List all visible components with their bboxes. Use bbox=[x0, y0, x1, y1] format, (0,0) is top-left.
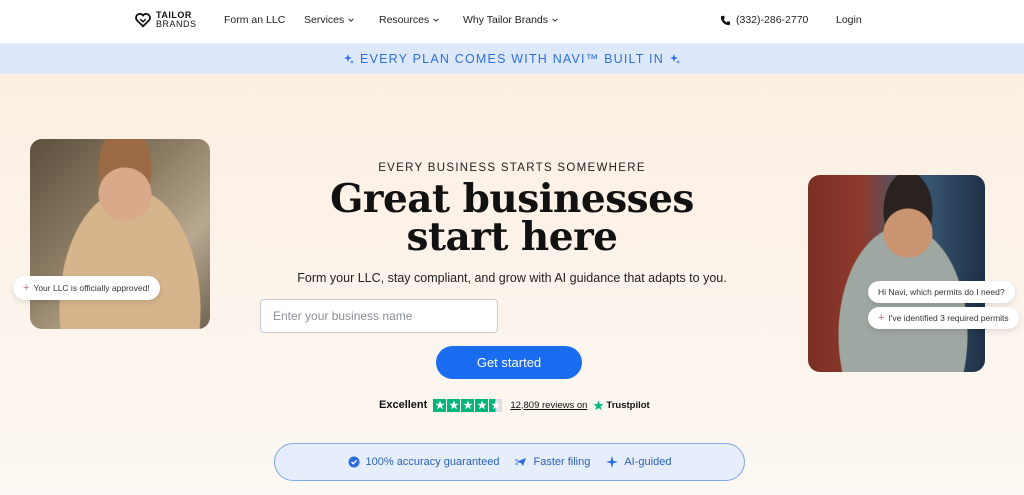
rating-label: Excellent bbox=[379, 399, 428, 411]
navi-answer-bubble: + I've identified 3 required permits bbox=[868, 307, 1019, 329]
star-icon bbox=[447, 398, 461, 412]
nav-resources[interactable]: Resources bbox=[379, 14, 440, 26]
phone-number: (332)-286-2770 bbox=[736, 14, 809, 26]
get-started-button[interactable]: Get started bbox=[436, 346, 582, 379]
sparkle-icon bbox=[669, 54, 680, 64]
business-name-input[interactable] bbox=[260, 299, 498, 333]
chevron-down-icon bbox=[433, 18, 439, 22]
chevron-down-icon bbox=[348, 18, 355, 22]
phone-link[interactable]: (332)-286-2770 bbox=[720, 14, 808, 26]
feature-faster-filing-label: Faster filing bbox=[533, 456, 591, 468]
sparkle-icon bbox=[344, 54, 355, 64]
nav-services-label: Services bbox=[304, 14, 345, 26]
feature-accuracy: 100% accuracy guaranteed bbox=[348, 456, 500, 468]
fast-plane-icon bbox=[515, 458, 527, 466]
hero-eyebrow: EVERY BUSINESS STARTS SOMEWHERE bbox=[378, 162, 646, 174]
headline-line-2: start here bbox=[406, 214, 618, 260]
login-link[interactable]: Login bbox=[836, 14, 862, 26]
reviews-count-link[interactable]: 12,809 reviews on bbox=[510, 400, 587, 411]
nav-form-llc-label: Form an LLC bbox=[224, 14, 286, 26]
heart-logo-icon bbox=[135, 13, 151, 28]
trustpilot-star-icon bbox=[593, 400, 604, 410]
top-navigation: TAILOR BRANDS Form an LLC Services Resou… bbox=[0, 0, 1024, 44]
banner-text: EVERY PLAN COMES WITH NAVI™ BUILT IN bbox=[360, 52, 664, 66]
nav-services[interactable]: Services bbox=[304, 14, 355, 26]
check-badge-icon bbox=[348, 456, 360, 468]
star-rating bbox=[433, 398, 503, 412]
nav-why-label: Why Tailor Brands bbox=[463, 14, 549, 26]
nav-form-llc[interactable]: Form an LLC bbox=[224, 14, 285, 26]
sparkle-icon bbox=[606, 456, 619, 468]
headline-line-1: Great businesses bbox=[330, 176, 694, 222]
navi-answer-text: I've identified 3 required permits bbox=[888, 313, 1009, 323]
trustpilot-brand: Trustpilot bbox=[593, 399, 650, 411]
user-question-text: Hi Navi, which permits do I need? bbox=[878, 287, 1005, 297]
star-icon bbox=[461, 398, 475, 412]
phone-icon bbox=[720, 15, 731, 25]
hero-section: + Your LLC is officially approved! Hi Na… bbox=[0, 74, 1024, 495]
star-icon bbox=[433, 398, 447, 412]
feature-faster-filing: Faster filing bbox=[515, 456, 590, 468]
half-star-icon bbox=[489, 398, 503, 412]
hero-subhead: Form your LLC, stay compliant, and grow … bbox=[297, 271, 727, 285]
feature-accuracy-label: 100% accuracy guaranteed bbox=[365, 456, 500, 468]
nav-why-tailor-brands[interactable]: Why Tailor Brands bbox=[463, 14, 559, 26]
sparkle-plus-icon: + bbox=[878, 311, 885, 324]
logo-line-2: BRANDS bbox=[156, 19, 197, 29]
hero-headline: Great businesses start here bbox=[0, 176, 1024, 260]
tailor-brands-logo[interactable]: TAILOR BRANDS bbox=[134, 11, 197, 29]
feature-ai-guided: AI-guided bbox=[606, 456, 671, 468]
chevron-down-icon bbox=[552, 18, 558, 22]
features-pill: 100% accuracy guaranteed Faster filing A… bbox=[274, 443, 745, 481]
trustpilot-label: Trustpilot bbox=[606, 399, 650, 411]
trustpilot-rating[interactable]: Excellent 12,809 reviews on Trustpilot bbox=[379, 397, 650, 413]
nav-resources-label: Resources bbox=[379, 14, 430, 26]
feature-ai-guided-label: AI-guided bbox=[624, 456, 672, 468]
logo-text: TAILOR BRANDS bbox=[156, 11, 197, 29]
navi-promo-banner[interactable]: EVERY PLAN COMES WITH NAVI™ BUILT IN bbox=[0, 44, 1024, 74]
star-icon bbox=[475, 398, 489, 412]
